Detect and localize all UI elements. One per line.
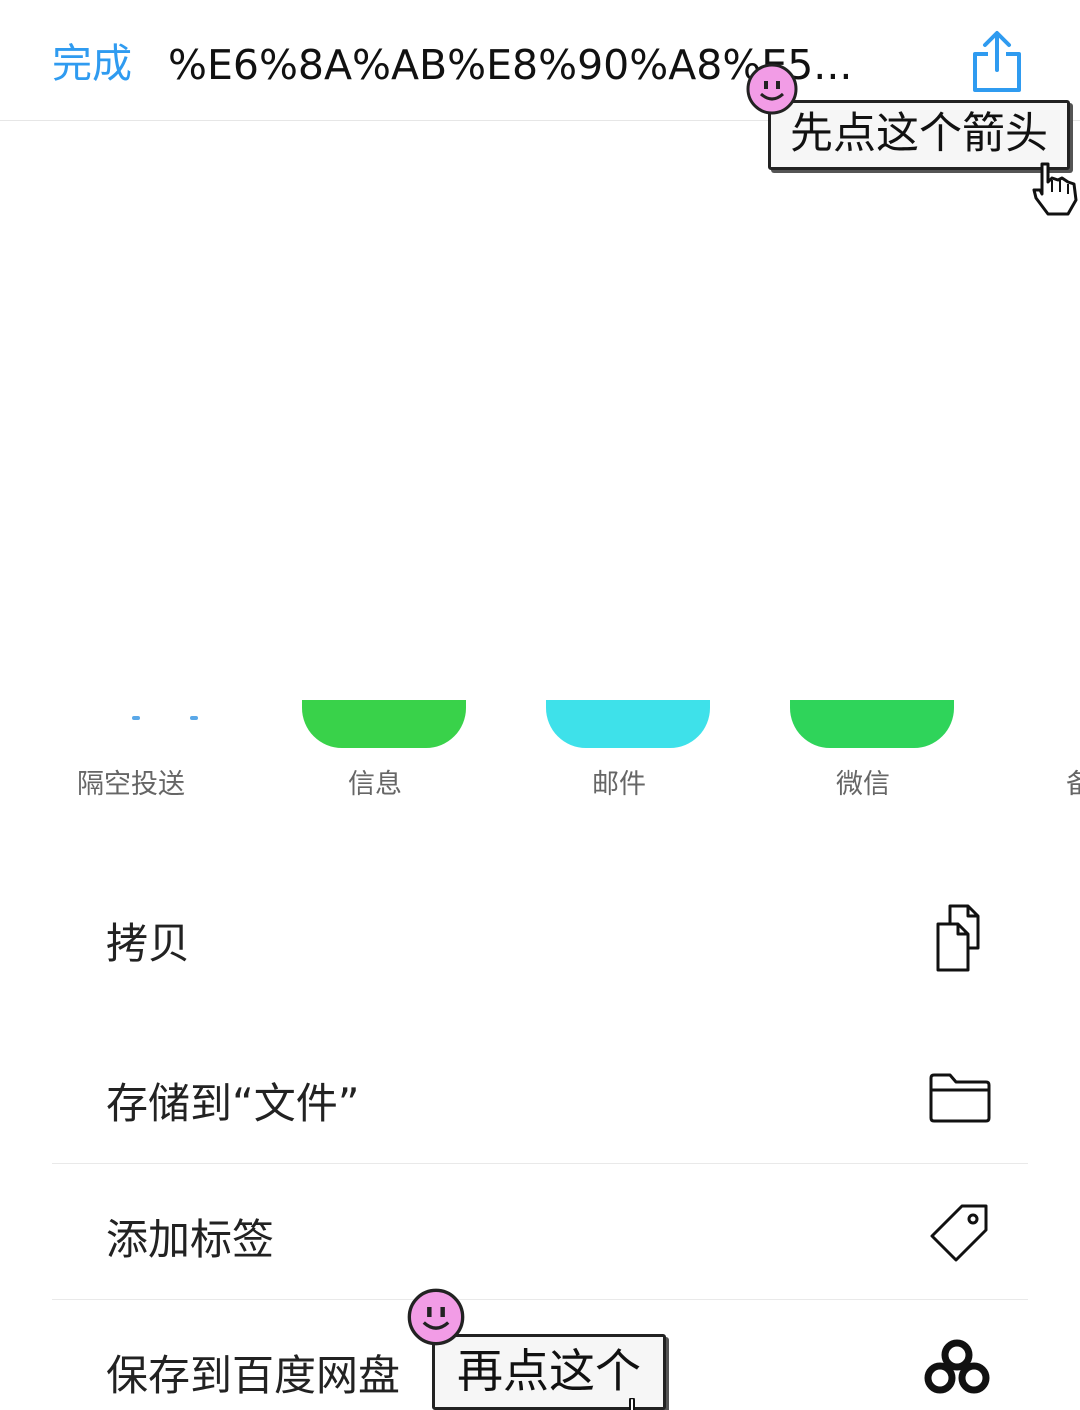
share-target-label: 邮件 xyxy=(592,769,646,800)
share-target-mail[interactable]: 邮件 xyxy=(524,700,714,810)
hand-pointer-icon xyxy=(629,1398,635,1410)
share-target-messages[interactable]: 信息 xyxy=(280,700,470,810)
share-target-wechat[interactable]: 微信 xyxy=(768,700,958,810)
done-button[interactable]: 完成 xyxy=(52,38,132,90)
mail-icon xyxy=(546,700,710,748)
messages-icon xyxy=(302,700,466,748)
wechat-icon xyxy=(790,700,954,748)
share-target-label: 信息 xyxy=(348,769,402,800)
action-save-to-files[interactable]: 存储到“文件” xyxy=(52,1030,1028,1160)
baidu-netdisk-icon xyxy=(924,1339,990,1394)
share-target-label: 隔空投送 xyxy=(77,769,185,800)
airdrop-icon xyxy=(132,716,212,724)
copy-icon xyxy=(936,904,980,972)
share-target-label: 备 xyxy=(1066,769,1080,800)
smiley-sticker-icon xyxy=(746,63,798,115)
share-targets-row: 隔空投送 信息 邮件 微信 备 xyxy=(0,700,1080,810)
action-label: 添加标签 xyxy=(106,1215,275,1264)
action-label: 存储到“文件” xyxy=(106,1079,360,1128)
action-label: 保存到百度网盘 xyxy=(106,1351,401,1400)
tip-tap-arrow-first: 先点这个箭头 xyxy=(768,100,1070,170)
share-target-airdrop[interactable]: 隔空投送 xyxy=(36,700,226,810)
action-label: 拷贝 xyxy=(106,919,191,968)
share-up-arrow-icon xyxy=(973,31,1021,92)
hand-pointer-icon xyxy=(1032,162,1078,216)
share-target-notes[interactable]: 备 xyxy=(1066,700,1080,810)
share-button[interactable] xyxy=(966,28,1028,94)
share-target-label: 微信 xyxy=(836,769,890,800)
action-add-tag[interactable]: 添加标签 xyxy=(52,1164,1028,1299)
folder-icon xyxy=(929,1073,991,1123)
tag-icon xyxy=(930,1204,988,1262)
action-copy[interactable]: 拷贝 xyxy=(52,870,1028,1000)
share-sheet-screen: 完成 %E6%8A%AB%E8%90%A8%E5... 先点这个箭头 隔空投送 xyxy=(0,0,1080,1410)
smiley-sticker-icon xyxy=(407,1288,465,1346)
